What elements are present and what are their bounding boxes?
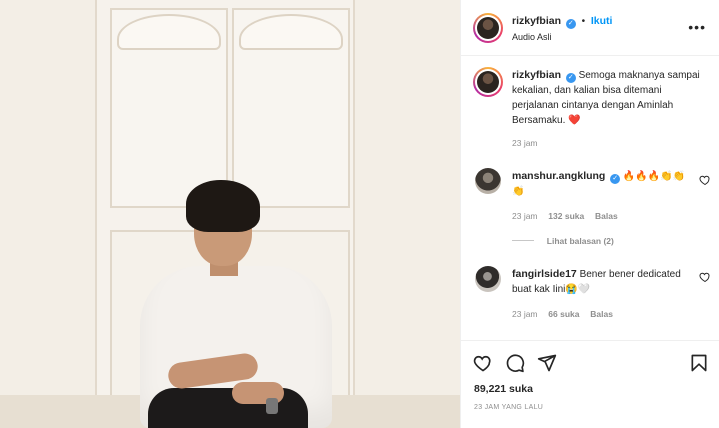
heart-icon[interactable]: [473, 353, 493, 373]
caption-avatar[interactable]: [473, 67, 503, 97]
author-avatar[interactable]: [473, 13, 503, 43]
person-pants: [148, 388, 308, 428]
comment-item: fangirlside17 Bener bener dedicated buat…: [512, 267, 692, 320]
comment-icon[interactable]: [505, 353, 525, 373]
caption-time[interactable]: 23 jam: [512, 138, 708, 148]
comment-username[interactable]: manshur.angklung: [512, 170, 605, 182]
verified-badge-icon: ✓: [565, 73, 576, 83]
bookmark-icon[interactable]: [689, 353, 709, 373]
comment-likes[interactable]: 132 suka: [548, 211, 584, 221]
header-separator: •: [581, 16, 586, 27]
view-replies-label[interactable]: Lihat balasan (2): [547, 236, 614, 246]
author-username[interactable]: rizkyfbian: [512, 15, 561, 27]
view-replies[interactable]: Lihat balasan (2): [512, 236, 692, 247]
caption-username[interactable]: rizkyfbian: [512, 69, 561, 81]
caption: rizkyfbian ✓ Semoga maknanya sampai keka…: [512, 68, 708, 148]
comment-username[interactable]: fangirlside17: [512, 268, 577, 280]
like-count[interactable]: 89,221 suka: [474, 383, 533, 395]
post-header: rizkyfbian ✓ • Ikuti Audio Asli •••: [461, 0, 719, 56]
comment-like-heart-icon[interactable]: [699, 174, 711, 186]
reply-button[interactable]: Balas: [595, 211, 618, 221]
comment-likes[interactable]: 66 suka: [548, 309, 579, 319]
verified-badge-icon: ✓: [565, 19, 576, 29]
commenter-avatar[interactable]: [475, 266, 501, 292]
post-timestamp[interactable]: 23 JAM YANG LALU: [474, 404, 543, 411]
verified-badge-icon: ✓: [610, 174, 621, 184]
post-panel: rizkyfbian ✓ • Ikuti Audio Asli ••• rizk…: [460, 0, 719, 428]
comment-item: manshur.angklung ✓ 🔥🔥🔥👏👏 👏 23 jam 132 su…: [512, 169, 692, 247]
audio-link[interactable]: Audio Asli: [512, 32, 552, 42]
comment-time[interactable]: 23 jam: [512, 211, 538, 221]
send-icon[interactable]: [537, 353, 557, 373]
person-hair: [186, 180, 260, 232]
comment-time[interactable]: 23 jam: [512, 309, 538, 319]
commenter-avatar[interactable]: [475, 168, 501, 194]
replies-line: [512, 240, 534, 241]
reply-button[interactable]: Balas: [590, 309, 613, 319]
person-watch: [266, 398, 278, 414]
person-figure: [0, 0, 460, 428]
comment-like-heart-icon[interactable]: [699, 271, 711, 283]
more-options-icon[interactable]: •••: [688, 20, 706, 34]
action-bar: 89,221 suka 23 JAM YANG LALU: [461, 340, 719, 428]
follow-button[interactable]: Ikuti: [591, 15, 613, 27]
post-media[interactable]: [0, 0, 460, 428]
